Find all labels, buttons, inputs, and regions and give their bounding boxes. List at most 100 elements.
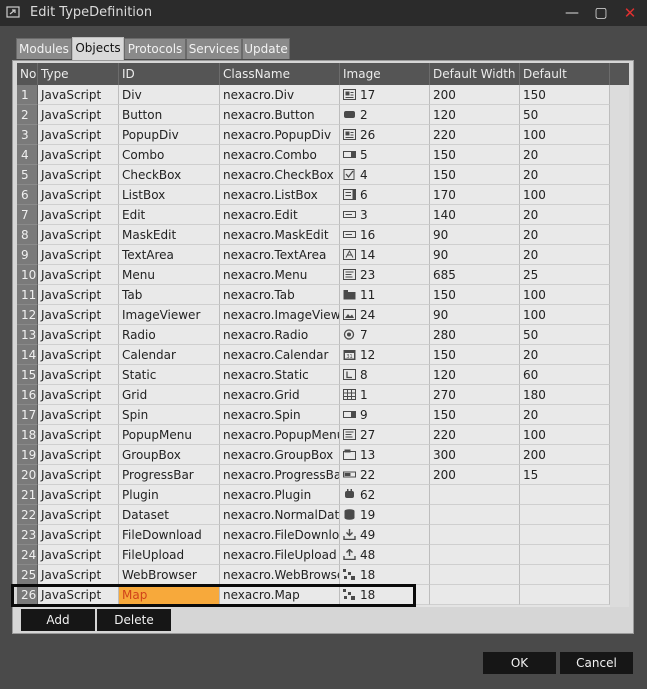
- row-default-height[interactable]: [520, 545, 610, 565]
- row-no[interactable]: 20: [17, 465, 38, 485]
- row-type[interactable]: JavaScript: [38, 445, 119, 465]
- row-classname[interactable]: nexacro.TextArea: [220, 245, 340, 265]
- row-id[interactable]: CheckBox: [119, 165, 220, 185]
- row-default-width[interactable]: 150: [430, 145, 520, 165]
- row-default-height[interactable]: 100: [520, 425, 610, 445]
- row-image[interactable]: 26: [340, 125, 430, 145]
- row-image[interactable]: 17: [340, 85, 430, 105]
- header-no[interactable]: No: [17, 63, 38, 85]
- row-id[interactable]: MaskEdit: [119, 225, 220, 245]
- row-classname[interactable]: nexacro.PopupMenu: [220, 425, 340, 445]
- table-row[interactable]: 10 JavaScript Menu nexacro.Menu 23 685 25: [17, 265, 610, 285]
- header-default-width[interactable]: Default Width: [430, 63, 520, 85]
- row-no[interactable]: 7: [17, 205, 38, 225]
- table-row[interactable]: 25 JavaScript WebBrowser nexacro.WebBrowser…: [17, 565, 610, 585]
- row-image[interactable]: 7: [340, 325, 430, 345]
- tab-protocols[interactable]: Protocols: [124, 38, 186, 59]
- row-image[interactable]: 14: [340, 245, 430, 265]
- row-image[interactable]: 23: [340, 265, 430, 285]
- row-id[interactable]: Static: [119, 365, 220, 385]
- row-default-height[interactable]: 20: [520, 245, 610, 265]
- row-type[interactable]: JavaScript: [38, 205, 119, 225]
- row-default-height[interactable]: [520, 565, 610, 585]
- row-default-height[interactable]: 25: [520, 265, 610, 285]
- row-id[interactable]: ProgressBar: [119, 465, 220, 485]
- row-image[interactable]: 5: [340, 145, 430, 165]
- row-no[interactable]: 13: [17, 325, 38, 345]
- row-image[interactable]: 11: [340, 285, 430, 305]
- row-classname[interactable]: nexacro.ListBox: [220, 185, 340, 205]
- row-default-width[interactable]: 120: [430, 105, 520, 125]
- table-row[interactable]: 13 JavaScript Radio nexacro.Radio 7 280 50: [17, 325, 610, 345]
- row-default-height[interactable]: 15: [520, 465, 610, 485]
- row-classname[interactable]: nexacro.Edit: [220, 205, 340, 225]
- row-id[interactable]: Combo: [119, 145, 220, 165]
- row-no[interactable]: 4: [17, 145, 38, 165]
- table-row[interactable]: 6 JavaScript ListBox nexacro.ListBox 6 170 100: [17, 185, 610, 205]
- row-no[interactable]: 9: [17, 245, 38, 265]
- row-default-height[interactable]: 20: [520, 205, 610, 225]
- row-type[interactable]: JavaScript: [38, 105, 119, 125]
- row-type[interactable]: JavaScript: [38, 565, 119, 585]
- row-id[interactable]: Edit: [119, 205, 220, 225]
- row-default-width[interactable]: [430, 525, 520, 545]
- row-type[interactable]: JavaScript: [38, 385, 119, 405]
- header-type[interactable]: Type: [38, 63, 119, 85]
- row-default-width[interactable]: 90: [430, 305, 520, 325]
- row-type[interactable]: JavaScript: [38, 165, 119, 185]
- table-row[interactable]: 8 JavaScript MaskEdit nexacro.MaskEdit 16 90 2…: [17, 225, 610, 245]
- row-image[interactable]: 31 12: [340, 345, 430, 365]
- row-default-width[interactable]: 200: [430, 85, 520, 105]
- row-no[interactable]: 5: [17, 165, 38, 185]
- row-default-height[interactable]: 20: [520, 145, 610, 165]
- row-classname[interactable]: nexacro.Radio: [220, 325, 340, 345]
- row-no[interactable]: 15: [17, 365, 38, 385]
- row-type[interactable]: JavaScript: [38, 545, 119, 565]
- minimize-button[interactable]: —: [559, 3, 585, 23]
- row-default-width[interactable]: [430, 505, 520, 525]
- row-default-width[interactable]: 90: [430, 245, 520, 265]
- row-classname[interactable]: nexacro.Button: [220, 105, 340, 125]
- row-default-height[interactable]: 50: [520, 105, 610, 125]
- row-id[interactable]: Button: [119, 105, 220, 125]
- row-id[interactable]: GroupBox: [119, 445, 220, 465]
- row-type[interactable]: JavaScript: [38, 285, 119, 305]
- row-default-height[interactable]: 60: [520, 365, 610, 385]
- row-no[interactable]: 2: [17, 105, 38, 125]
- row-image[interactable]: 48: [340, 545, 430, 565]
- table-row[interactable]: 22 JavaScript Dataset nexacro.NormalDat... 1…: [17, 505, 610, 525]
- table-row[interactable]: 9 JavaScript TextArea nexacro.TextArea 14 90 2…: [17, 245, 610, 265]
- row-image[interactable]: 27: [340, 425, 430, 445]
- tab-objects[interactable]: Objects: [72, 37, 124, 60]
- row-no[interactable]: 12: [17, 305, 38, 325]
- row-no[interactable]: 16: [17, 385, 38, 405]
- row-type[interactable]: JavaScript: [38, 345, 119, 365]
- row-classname[interactable]: nexacro.Grid: [220, 385, 340, 405]
- table-row[interactable]: 20 JavaScript ProgressBar nexacro.ProgressB…: [17, 465, 610, 485]
- row-default-height[interactable]: 180: [520, 385, 610, 405]
- row-id[interactable]: Menu: [119, 265, 220, 285]
- row-default-width[interactable]: 300: [430, 445, 520, 465]
- row-image[interactable]: 8: [340, 365, 430, 385]
- row-classname[interactable]: nexacro.PopupDiv: [220, 125, 340, 145]
- add-button[interactable]: Add: [21, 609, 95, 631]
- row-id[interactable]: PopupMenu: [119, 425, 220, 445]
- row-no[interactable]: 18: [17, 425, 38, 445]
- row-classname[interactable]: nexacro.Combo: [220, 145, 340, 165]
- row-type[interactable]: JavaScript: [38, 405, 119, 425]
- table-row[interactable]: 7 JavaScript Edit nexacro.Edit 3 140 20: [17, 205, 610, 225]
- row-no[interactable]: 22: [17, 505, 38, 525]
- row-no[interactable]: 25: [17, 565, 38, 585]
- row-type[interactable]: JavaScript: [38, 485, 119, 505]
- table-row[interactable]: 2 JavaScript Button nexacro.Button 2 120 50: [17, 105, 610, 125]
- row-id[interactable]: FileDownload: [119, 525, 220, 545]
- row-id[interactable]: TextArea: [119, 245, 220, 265]
- row-default-width[interactable]: [430, 545, 520, 565]
- row-default-width[interactable]: 150: [430, 285, 520, 305]
- table-row[interactable]: 16 JavaScript Grid nexacro.Grid 1 270 180: [17, 385, 610, 405]
- row-classname[interactable]: nexacro.MaskEdit: [220, 225, 340, 245]
- row-default-width[interactable]: 220: [430, 125, 520, 145]
- row-id[interactable]: Tab: [119, 285, 220, 305]
- row-default-width[interactable]: 220: [430, 425, 520, 445]
- row-classname[interactable]: nexacro.FileUpload: [220, 545, 340, 565]
